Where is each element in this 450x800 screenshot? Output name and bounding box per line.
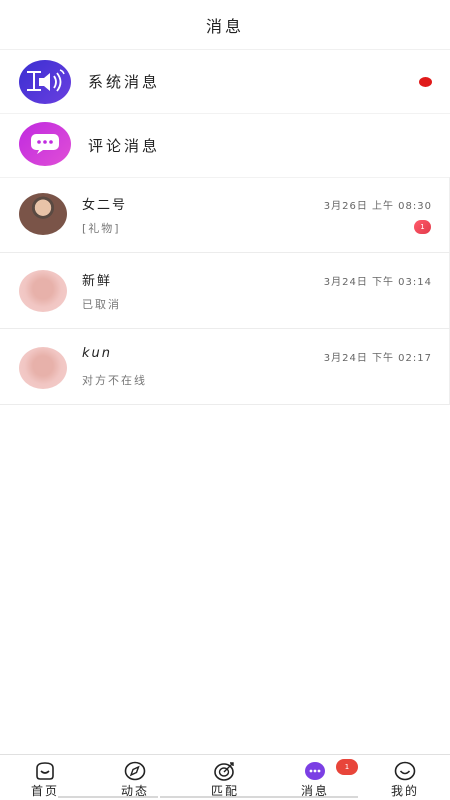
chat-name: 新鲜 [82,274,113,289]
tab-profile[interactable]: 我的 [360,755,450,800]
comment-messages-row[interactable]: 评论消息 [0,114,450,178]
home-icon [34,761,56,781]
tab-home[interactable]: 首页 [0,755,90,800]
comment-bubble-icon [31,134,59,154]
comment-message-avatar [19,122,71,166]
chat-preview: [礼物] [82,222,121,235]
tab-label: 我的 [390,784,419,798]
message-count-badge: 1 [336,759,358,775]
chat-preview: 已取消 [82,298,121,311]
chat-name: kun [82,346,113,361]
chat-preview: 对方不在线 [82,374,147,387]
unread-dot [419,76,432,87]
divider [58,796,90,798]
unread-badge: 1 [414,220,431,234]
chat-icon [304,761,326,781]
tab-label: 首页 [30,784,59,798]
chat-row[interactable]: 女二号 3月26日 上午 08:30 [礼物] 1 [0,177,450,253]
comment-messages-label: 评论消息 [88,137,161,155]
tab-moments[interactable]: 动态 [90,755,180,800]
tab-match[interactable]: 匹配 [160,755,290,800]
chat-row[interactable]: 新鲜 3月24日 下午 03:14 已取消 [0,253,450,329]
page-title: 消息 [205,16,244,36]
smile-icon [394,761,416,781]
avatar [19,270,67,312]
chat-time: 3月24日 下午 03:14 [323,277,432,288]
system-message-avatar [19,60,71,104]
divider [90,796,158,798]
chat-time: 3月24日 下午 02:17 [323,353,432,364]
chat-row[interactable]: kun 3月24日 下午 02:17 对方不在线 [0,329,450,405]
system-messages-row[interactable]: 系统消息 [0,50,450,114]
avatar [19,347,67,389]
avatar [19,193,67,235]
speaker-icon [27,69,65,92]
chat-name: 女二号 [82,198,128,213]
system-messages-label: 系统消息 [88,73,161,91]
page-header: 消息 [0,0,450,50]
bottom-tab-bar: 首页 动态 匹配 消息 我的 [0,754,450,800]
target-icon [214,761,236,781]
chat-time: 3月26日 上午 08:30 [323,201,432,212]
divider [270,796,358,798]
compass-icon [124,761,146,781]
